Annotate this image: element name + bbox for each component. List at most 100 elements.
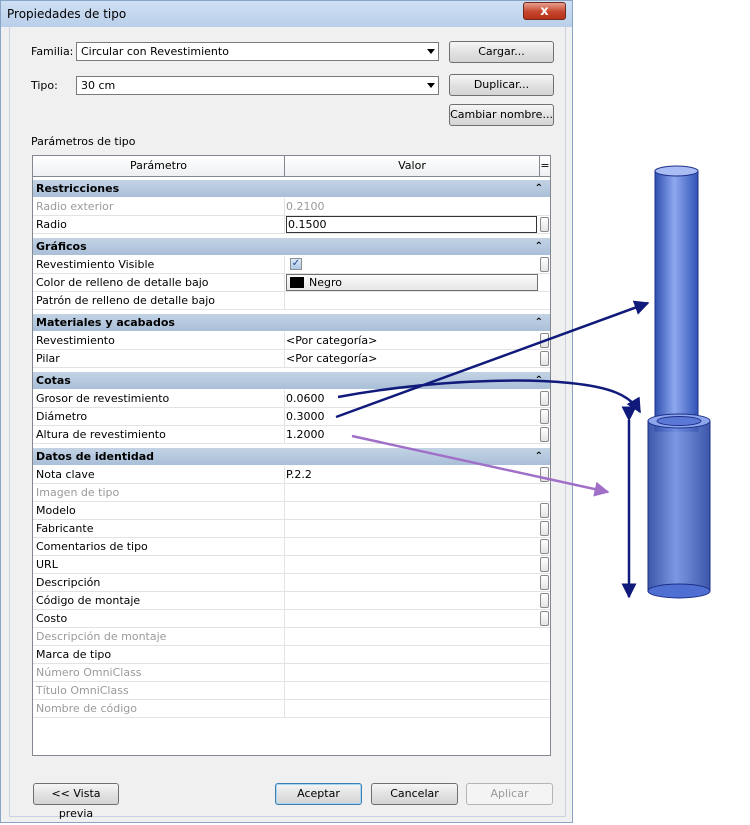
aceptar-button[interactable]: Aceptar (275, 783, 362, 805)
associate-parameter-button[interactable] (540, 503, 549, 518)
associate-parameter-button[interactable] (540, 391, 549, 406)
associate-parameter-button[interactable] (540, 557, 549, 572)
associate-parameter-button[interactable] (540, 351, 549, 366)
param-row-altura-revestimiento[interactable]: Altura de revestimiento 1.2000 (33, 426, 550, 444)
cell-divider (284, 350, 285, 368)
param-value: 0.1500 (288, 218, 327, 231)
associate-parameter-button[interactable] (540, 257, 549, 272)
cell-divider (284, 520, 285, 538)
param-name: Marca de tipo (36, 648, 112, 661)
close-button[interactable]: x (523, 2, 566, 20)
cell-divider (284, 502, 285, 520)
tipo-dropdown[interactable]: 30 cm (76, 76, 439, 95)
tipo-label: Tipo: (31, 79, 58, 92)
associate-parameter-button[interactable] (540, 467, 549, 482)
associate-parameter-button[interactable] (540, 409, 549, 424)
group-header-materiales[interactable]: Materiales y acabados ⌃ (33, 314, 550, 331)
param-row-pilar[interactable]: Pilar <Por categoría> (33, 350, 550, 368)
associate-parameter-button[interactable] (540, 333, 549, 348)
collapse-icon[interactable]: ⌃ (535, 314, 543, 331)
group-header-cotas[interactable]: Cotas ⌃ (33, 372, 550, 389)
param-row-imagen-tipo[interactable]: Imagen de tipo (33, 484, 550, 502)
param-row-numero-omniclass[interactable]: Número OmniClass (33, 664, 550, 682)
cancelar-button[interactable]: Cancelar (371, 783, 458, 805)
cell-divider (284, 556, 285, 574)
param-name: Color de relleno de detalle bajo (36, 276, 209, 289)
title-bar[interactable]: Propiedades de tipo x (1, 1, 572, 27)
param-value: <Por categoría> (286, 352, 378, 365)
param-row-nombre-codigo[interactable]: Nombre de código (33, 700, 550, 718)
param-row-grosor-revestimiento[interactable]: Grosor de revestimiento 0.0600 (33, 390, 550, 408)
associate-parameter-button[interactable] (540, 611, 549, 626)
chevron-down-icon (427, 83, 435, 88)
param-row-revestimiento-visible[interactable]: Revestimiento Visible ✓ (33, 256, 550, 274)
cell-divider (284, 408, 285, 426)
param-row-patron-relleno[interactable]: Patrón de relleno de detalle bajo (33, 292, 550, 310)
cell-divider (284, 274, 285, 292)
sleeve-cylinder (647, 413, 711, 599)
group-header-restricciones[interactable]: Restricciones ⌃ (33, 180, 550, 197)
column-header-valor[interactable]: Valor (285, 156, 540, 177)
param-row-marca-tipo[interactable]: Marca de tipo (33, 646, 550, 664)
param-row-descripcion[interactable]: Descripción (33, 574, 550, 592)
familia-dropdown[interactable]: Circular con Revestimiento (76, 42, 439, 61)
param-value: 0.0600 (286, 392, 325, 405)
familia-label: Familia: (31, 45, 74, 58)
param-row-comentarios-tipo[interactable]: Comentarios de tipo (33, 538, 550, 556)
param-row-titulo-omniclass[interactable]: Título OmniClass (33, 682, 550, 700)
radio-value-field[interactable]: 0.1500 (286, 216, 537, 233)
associate-parameter-button[interactable] (540, 427, 549, 442)
param-name: Nota clave (36, 468, 95, 481)
param-row-descripcion-montaje[interactable]: Descripción de montaje (33, 628, 550, 646)
group-label: Gráficos (36, 240, 87, 253)
collapse-icon[interactable]: ⌃ (535, 238, 543, 255)
param-name: Fabricante (36, 522, 94, 535)
param-row-diametro[interactable]: Diámetro 0.3000 (33, 408, 550, 426)
duplicar-button[interactable]: Duplicar... (449, 74, 554, 96)
cell-divider (284, 592, 285, 610)
cell-divider (284, 292, 285, 310)
associate-parameter-button[interactable] (540, 217, 549, 232)
color-picker-button[interactable]: Negro (286, 274, 538, 291)
associate-parameter-button[interactable] (540, 593, 549, 608)
param-name: Altura de revestimiento (36, 428, 166, 441)
param-row-radio[interactable]: Radio 0.1500 (33, 216, 550, 234)
param-row-fabricante[interactable]: Fabricante (33, 520, 550, 538)
param-row-url[interactable]: URL (33, 556, 550, 574)
param-row-color-relleno[interactable]: Color de relleno de detalle bajo Negro (33, 274, 550, 292)
param-row-codigo-montaje[interactable]: Código de montaje (33, 592, 550, 610)
group-header-datos-identidad[interactable]: Datos de identidad ⌃ (33, 448, 550, 465)
param-name: Imagen de tipo (36, 486, 120, 499)
cell-divider (284, 390, 285, 408)
cell-divider (284, 426, 285, 444)
cell-divider (284, 628, 285, 646)
cargar-button[interactable]: Cargar... (449, 41, 554, 63)
column-header-formula[interactable]: = (540, 156, 550, 177)
collapse-icon[interactable]: ⌃ (535, 372, 543, 389)
cell-divider (284, 682, 285, 700)
param-name: Pilar (36, 352, 60, 365)
revestimiento-visible-checkbox[interactable]: ✓ (290, 258, 302, 270)
param-name: Descripción de montaje (36, 630, 167, 643)
group-label: Cotas (36, 374, 71, 387)
collapse-icon[interactable]: ⌃ (535, 180, 543, 197)
param-name: Radio (36, 218, 67, 231)
familia-value: Circular con Revestimiento (81, 45, 229, 58)
group-header-graficos[interactable]: Gráficos ⌃ (33, 238, 550, 255)
param-row-revestimiento[interactable]: Revestimiento <Por categoría> (33, 332, 550, 350)
vista-previa-button[interactable]: << Vista previa (33, 783, 119, 820)
column-header-parametro[interactable]: Parámetro (33, 156, 285, 177)
param-name: Comentarios de tipo (36, 540, 148, 553)
param-name: Descripción (36, 576, 101, 589)
collapse-icon[interactable]: ⌃ (535, 448, 543, 465)
param-row-radio-exterior[interactable]: Radio exterior 0.2100 (33, 198, 550, 216)
associate-parameter-button[interactable] (540, 521, 549, 536)
type-parameters-grid[interactable]: Parámetro Valor = Restricciones ⌃ Radio … (32, 155, 551, 756)
param-row-costo[interactable]: Costo (33, 610, 550, 628)
param-name: Revestimiento Visible (36, 258, 155, 271)
associate-parameter-button[interactable] (540, 575, 549, 590)
cambiar-nombre-button[interactable]: Cambiar nombre... (449, 104, 554, 126)
param-row-modelo[interactable]: Modelo (33, 502, 550, 520)
associate-parameter-button[interactable] (540, 539, 549, 554)
param-row-nota-clave[interactable]: Nota clave P.2.2 (33, 466, 550, 484)
